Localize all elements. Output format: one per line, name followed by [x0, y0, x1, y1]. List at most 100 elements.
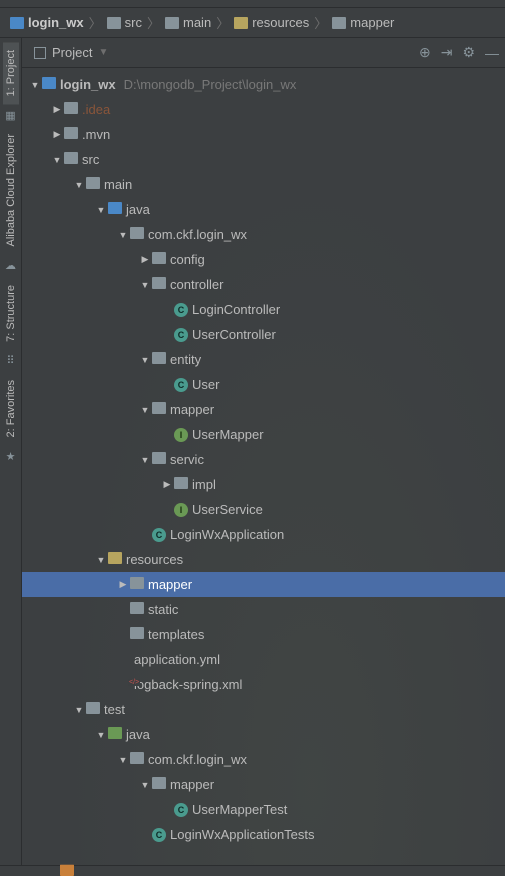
gear-icon[interactable]: ⚙ — [462, 44, 475, 61]
chevron-down-icon[interactable]: ▼ — [96, 730, 106, 740]
tool-window-tab[interactable]: Alibaba Cloud Explorer — [3, 126, 19, 255]
chevron-right-icon[interactable]: ▶ — [140, 254, 150, 265]
chevron-down-icon[interactable]: ▼ — [118, 230, 128, 240]
tree-node[interactable]: CLoginWxApplicationTests — [22, 822, 505, 847]
tree-node[interactable]: ▼src — [22, 147, 505, 172]
tool-window-tab[interactable]: 1: Project — [3, 42, 19, 104]
interface-icon: I — [174, 428, 188, 442]
struct-icon[interactable]: ⠿ — [4, 354, 18, 368]
folder-icon — [152, 252, 166, 267]
tree-node[interactable]: ▼java — [22, 197, 505, 222]
breadcrumb-item[interactable]: resources — [234, 15, 309, 30]
tree-node[interactable]: ▼test — [22, 697, 505, 722]
chevron-down-icon[interactable]: ▼ — [96, 205, 106, 215]
tree-node-label: mapper — [148, 577, 192, 592]
chevron-down-icon[interactable]: ▼ — [52, 155, 62, 165]
tree-node-hint: D:\mongodb_Project\login_wx — [124, 77, 297, 92]
chevron-down-icon[interactable]: ▼ — [74, 705, 84, 715]
menu-bar-strip — [0, 0, 505, 8]
tree-node[interactable]: C LoginWxApplication — [22, 522, 505, 547]
project-tool-window: Project ▼ ⊕ ⇥ ⚙ — ▼login_wxD:\mongodb_Pr… — [22, 38, 505, 865]
tree-node[interactable]: logback-spring.xml — [22, 672, 505, 697]
project-tree[interactable]: ▼login_wxD:\mongodb_Project\login_wx▶.id… — [22, 68, 505, 865]
tree-node-label: LoginWxApplication — [170, 527, 284, 542]
project-panel-title: Project — [52, 45, 92, 60]
tree-node-label: UserMapperTest — [192, 802, 287, 817]
spring-class-icon: C — [152, 528, 166, 542]
tree-node-label: mapper — [170, 777, 214, 792]
folder-icon — [64, 127, 78, 142]
tree-node[interactable]: CUserMapperTest — [22, 797, 505, 822]
tree-node[interactable]: ▼ servic — [22, 447, 505, 472]
tree-node[interactable]: ▼ main — [22, 172, 505, 197]
tree-node[interactable]: ▼com.ckf.login_wx — [22, 222, 505, 247]
chevron-down-icon[interactable]: ▼ — [96, 555, 106, 565]
tree-node[interactable]: CUserController — [22, 322, 505, 347]
class-icon: C — [174, 303, 188, 317]
chevron-down-icon[interactable]: ▼ — [74, 180, 84, 190]
tree-node-label: servic — [170, 452, 204, 467]
chevron-down-icon: ▼ — [98, 47, 108, 58]
tree-node[interactable]: ▶config — [22, 247, 505, 272]
breadcrumb-label: mapper — [350, 15, 394, 30]
folder-icon — [10, 17, 24, 29]
chevron-right-icon[interactable]: ▶ — [52, 129, 62, 140]
hide-icon[interactable]: — — [485, 45, 499, 61]
tree-node[interactable]: CLoginController — [22, 297, 505, 322]
tree-node[interactable]: ▼controller — [22, 272, 505, 297]
chevron-down-icon[interactable]: ▼ — [140, 780, 150, 790]
chevron-down-icon[interactable]: ▼ — [30, 80, 40, 90]
tree-node[interactable]: templates — [22, 622, 505, 647]
breadcrumb-item[interactable]: mapper — [332, 15, 394, 30]
tree-node[interactable]: application.yml — [22, 647, 505, 672]
breadcrumb-label: main — [183, 15, 211, 30]
tool-window-tab[interactable]: 7: Structure — [3, 277, 19, 350]
chevron-down-icon[interactable]: ▼ — [118, 755, 128, 765]
tree-node-label: com.ckf.login_wx — [148, 752, 247, 767]
star-icon[interactable]: ★ — [4, 449, 18, 463]
tree-node[interactable]: ▼resources — [22, 547, 505, 572]
chevron-right-icon: 〉 — [147, 13, 160, 32]
project-view-selector[interactable]: Project ▼ — [34, 45, 108, 60]
tree-node[interactable]: ▶.idea — [22, 97, 505, 122]
breadcrumb-item[interactable]: main — [165, 15, 211, 30]
folder-icon — [108, 552, 122, 567]
tree-node[interactable]: ▼login_wxD:\mongodb_Project\login_wx — [22, 72, 505, 97]
chevron-down-icon[interactable]: ▼ — [140, 355, 150, 365]
cloud-icon[interactable]: ☁ — [4, 259, 18, 273]
chevron-down-icon[interactable]: ▼ — [140, 455, 150, 465]
chevron-right-icon[interactable]: ▶ — [162, 479, 172, 490]
folder-icon[interactable]: ▦ — [4, 108, 18, 122]
breadcrumb-item[interactable]: login_wx — [10, 15, 84, 30]
folder-icon — [60, 864, 74, 876]
breadcrumb-item[interactable]: src — [107, 15, 142, 30]
tree-node-label: main — [104, 177, 132, 192]
chevron-down-icon[interactable]: ▼ — [140, 405, 150, 415]
tree-node[interactable]: ▶ mapper — [22, 572, 505, 597]
tree-node[interactable]: ▼mapper — [22, 397, 505, 422]
tree-node[interactable]: CUser — [22, 372, 505, 397]
locate-icon[interactable]: ⊕ — [419, 44, 431, 61]
folder-icon — [165, 17, 179, 29]
tree-node[interactable]: IUserService — [22, 497, 505, 522]
panel-actions: ⊕ ⇥ ⚙ — — [419, 44, 499, 61]
tree-node[interactable]: static — [22, 597, 505, 622]
collapse-icon[interactable]: ⇥ — [441, 44, 453, 61]
tool-window-tab[interactable]: 2: Favorites — [3, 372, 19, 445]
chevron-right-icon[interactable]: ▶ — [52, 104, 62, 115]
tree-node[interactable]: ▼ mapper — [22, 772, 505, 797]
folder-icon — [152, 452, 166, 467]
tree-node[interactable]: ▶impl — [22, 472, 505, 497]
chevron-right-icon[interactable]: ▶ — [118, 579, 128, 590]
tree-node[interactable]: ▶.mvn — [22, 122, 505, 147]
project-panel-header: Project ▼ ⊕ ⇥ ⚙ — — [22, 38, 505, 68]
tree-node[interactable]: IUserMapper — [22, 422, 505, 447]
tree-node[interactable]: ▼entity — [22, 347, 505, 372]
tree-node[interactable]: ▼ com.ckf.login_wx — [22, 747, 505, 772]
interface-icon: I — [174, 503, 188, 517]
chevron-down-icon[interactable]: ▼ — [140, 280, 150, 290]
chevron-right-icon: 〉 — [89, 13, 102, 32]
folder-icon — [64, 152, 78, 167]
folder-icon — [130, 602, 144, 617]
tree-node[interactable]: ▼java — [22, 722, 505, 747]
